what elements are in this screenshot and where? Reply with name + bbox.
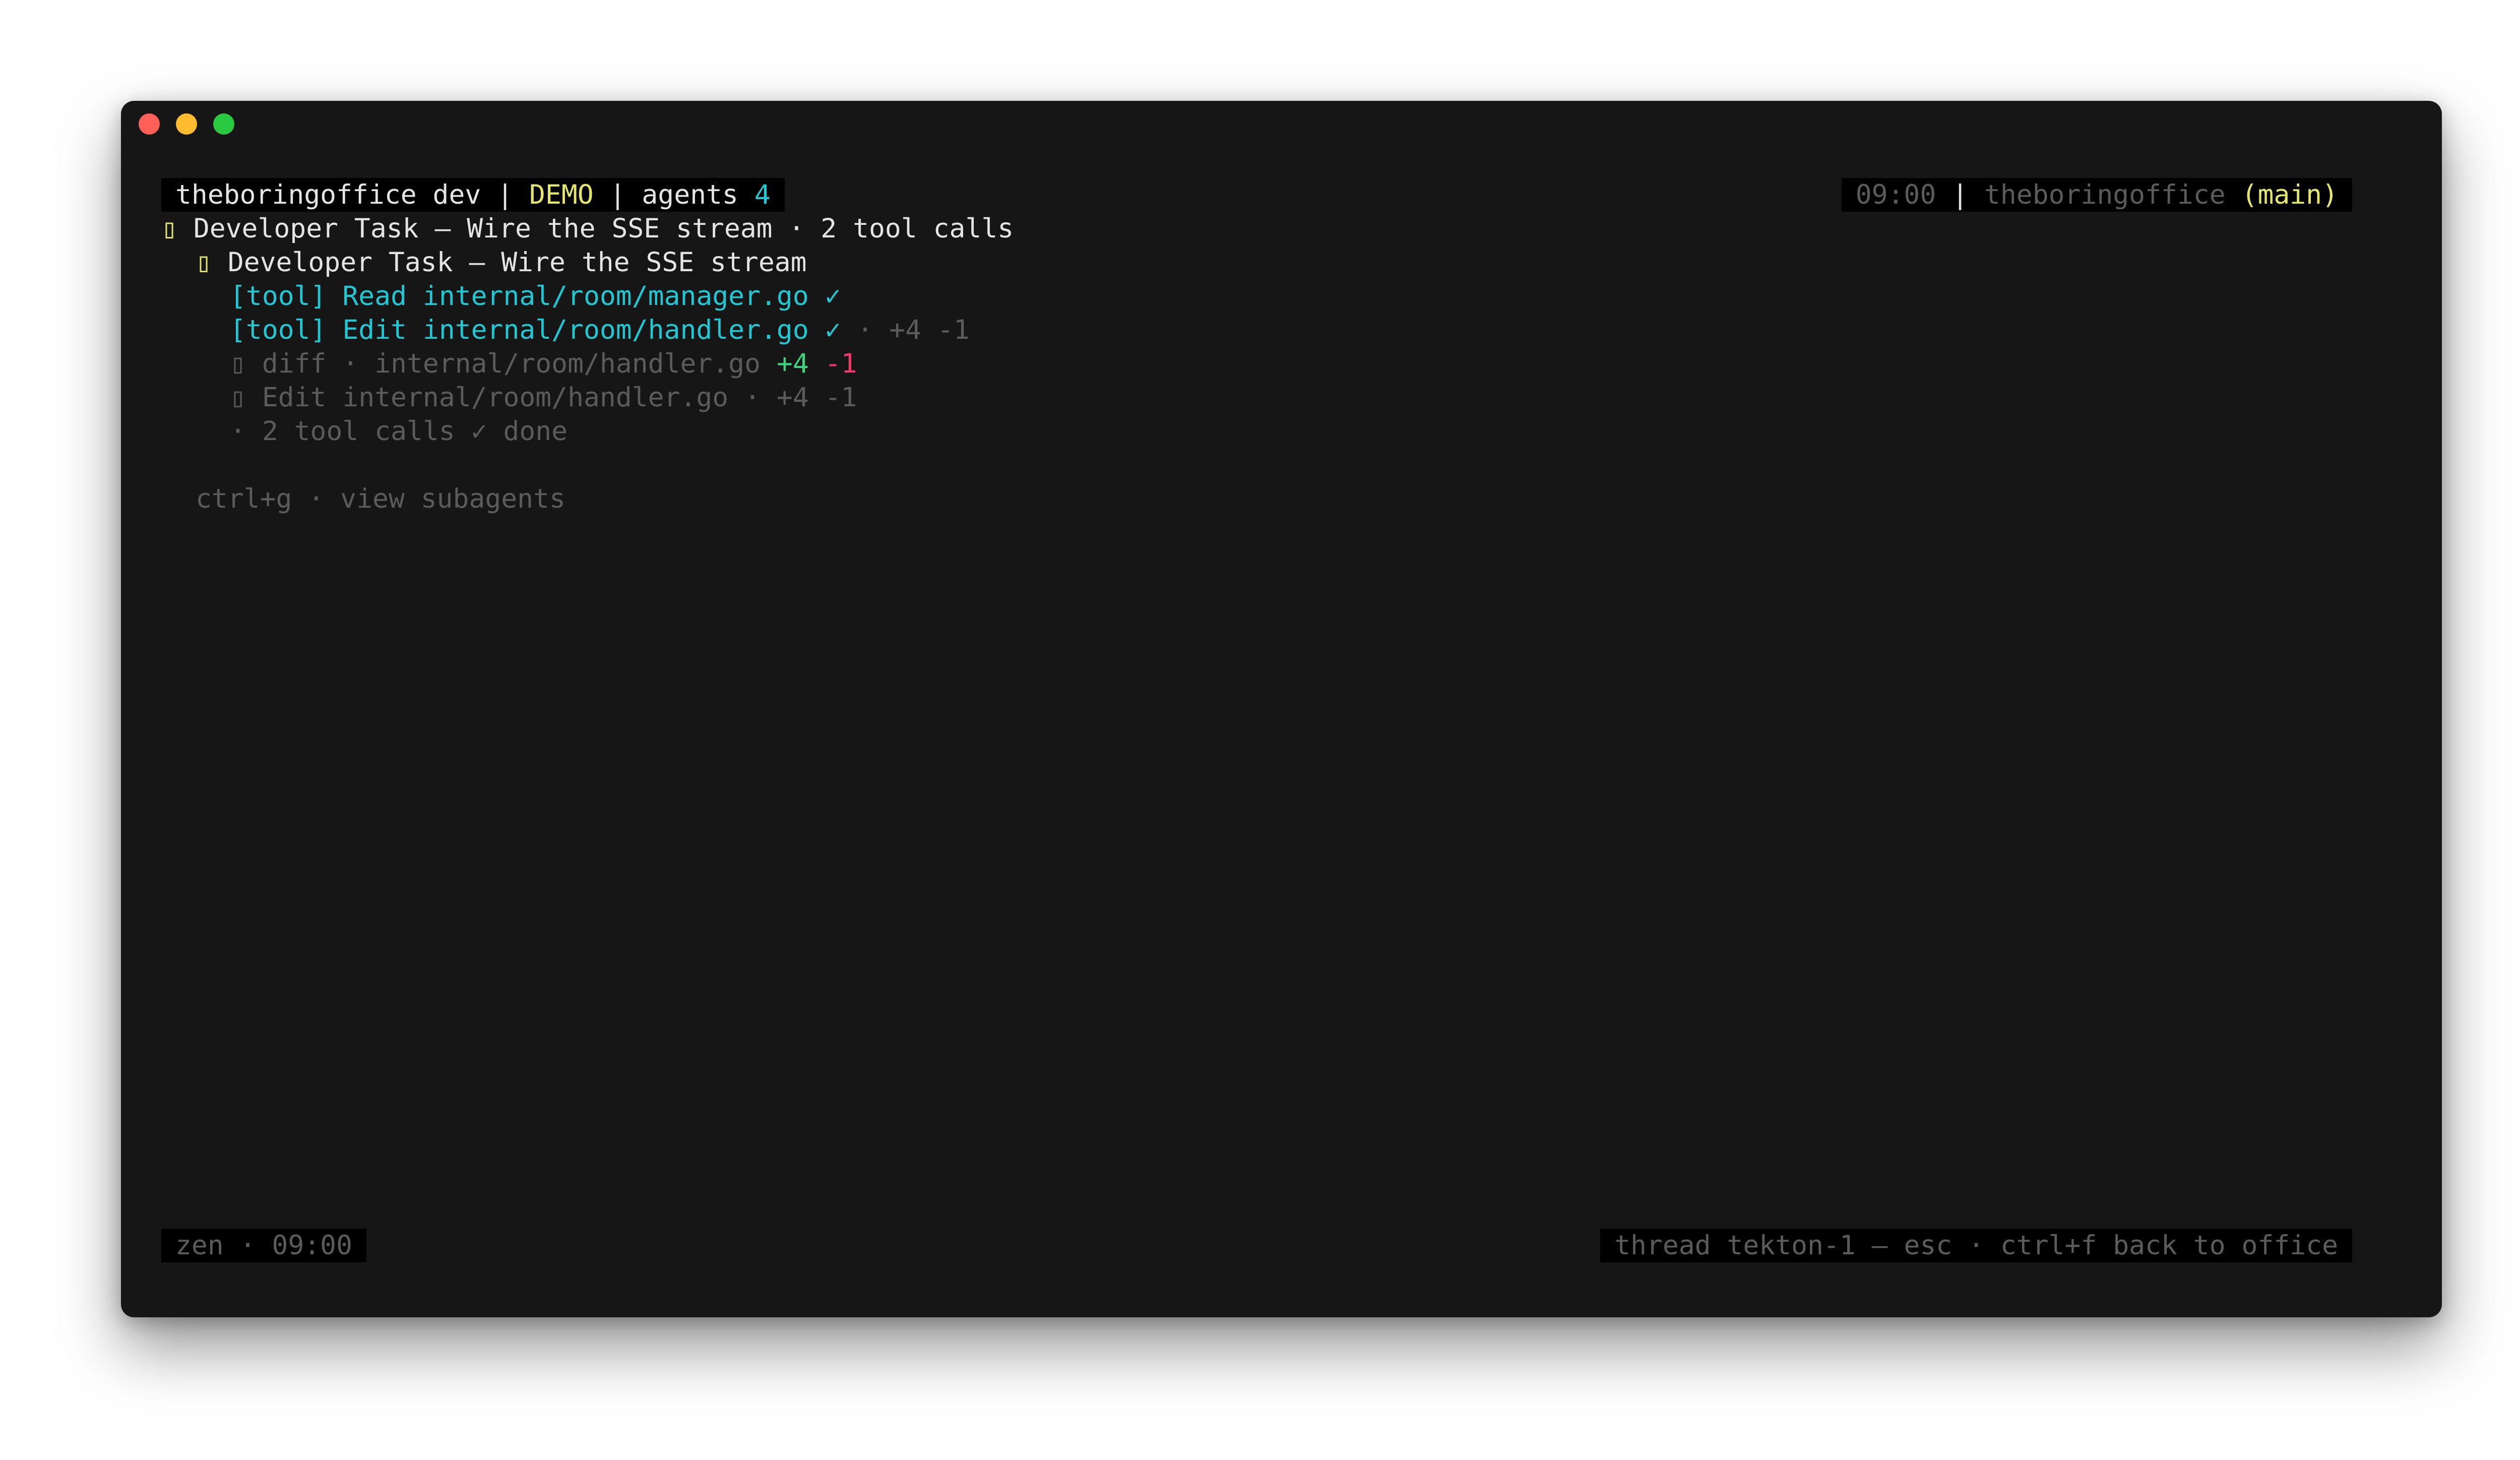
clock: 09:00 [1855, 179, 1936, 210]
diff-icon: ▯ [230, 348, 246, 379]
terminal-window: theboringoffice dev | DEMO | agents 4 09… [121, 101, 2442, 1317]
task-child-row[interactable]: ▯ Developer Task — Wire the SSE stream [196, 246, 807, 279]
thread-status: thread tekton-1 — esc · ctrl+f back to o… [1614, 1230, 2338, 1261]
diff-deletions: -1 [825, 348, 857, 379]
task-root-row[interactable]: ▯ Developer Task — Wire the SSE stream ·… [161, 212, 1014, 246]
status-bar-top-left: theboringoffice dev | DEMO | agents 4 [161, 178, 785, 212]
app-name: theboringoffice dev [175, 179, 481, 210]
edit-row[interactable]: ▯ Edit internal/room/handler.go · +4 -1 [230, 381, 857, 414]
separator [809, 348, 825, 379]
status-bar-top-right: 09:00 | theboringoffice (main) [1841, 178, 2352, 212]
check-icon: ✓ [808, 281, 841, 312]
edit-label: Edit internal/room/handler.go · +4 -1 [245, 382, 857, 413]
window-controls [139, 113, 234, 135]
status-bar-bottom-left: zen · 09:00 [161, 1229, 366, 1262]
summary-label: · 2 tool calls ✓ done [230, 416, 568, 447]
tool-call-row[interactable]: [tool] Edit internal/room/handler.go ✓ ·… [230, 313, 970, 347]
zen-status: zen · 09:00 [175, 1230, 352, 1261]
edit-icon: ▯ [230, 382, 246, 413]
diff-row[interactable]: ▯ diff · internal/room/handler.go +4 -1 [230, 347, 857, 381]
tool-call-edit: [tool] Edit internal/room/handler.go [230, 315, 809, 345]
subtask-icon: ▯ [196, 247, 212, 278]
branch-name: (main) [2241, 179, 2338, 210]
task-child-label: Developer Task — Wire the SSE stream [211, 247, 807, 278]
keyboard-hint: ctrl+g · view subagents [196, 483, 565, 514]
diff-additions: +4 [776, 348, 809, 379]
repo-name: theboringoffice [1984, 179, 2226, 210]
status-bar-bottom-right: thread tekton-1 — esc · ctrl+f back to o… [1600, 1229, 2352, 1262]
task-icon: ▯ [161, 213, 177, 244]
tool-call-meta: · +4 -1 [841, 315, 970, 345]
check-icon: ✓ [808, 315, 841, 345]
minimize-window-button[interactable] [176, 113, 197, 135]
separator: | [481, 179, 529, 210]
separator: | [1936, 179, 1984, 210]
summary-row: · 2 tool calls ✓ done [230, 414, 568, 448]
agents-label: agents [642, 179, 754, 210]
task-root-label: Developer Task — Wire the SSE stream · 2… [177, 213, 1014, 244]
diff-label: diff · internal/room/handler.go [245, 348, 777, 379]
tool-call-read: [tool] Read internal/room/manager.go [230, 281, 809, 312]
mode-badge: DEMO [529, 179, 594, 210]
agents-count: 4 [754, 179, 771, 210]
close-window-button[interactable] [139, 113, 160, 135]
tool-call-row[interactable]: [tool] Read internal/room/manager.go ✓ [230, 279, 841, 313]
hint-row: ctrl+g · view subagents [196, 482, 565, 516]
zoom-window-button[interactable] [213, 113, 234, 135]
separator [2226, 179, 2242, 210]
separator: | [593, 179, 642, 210]
